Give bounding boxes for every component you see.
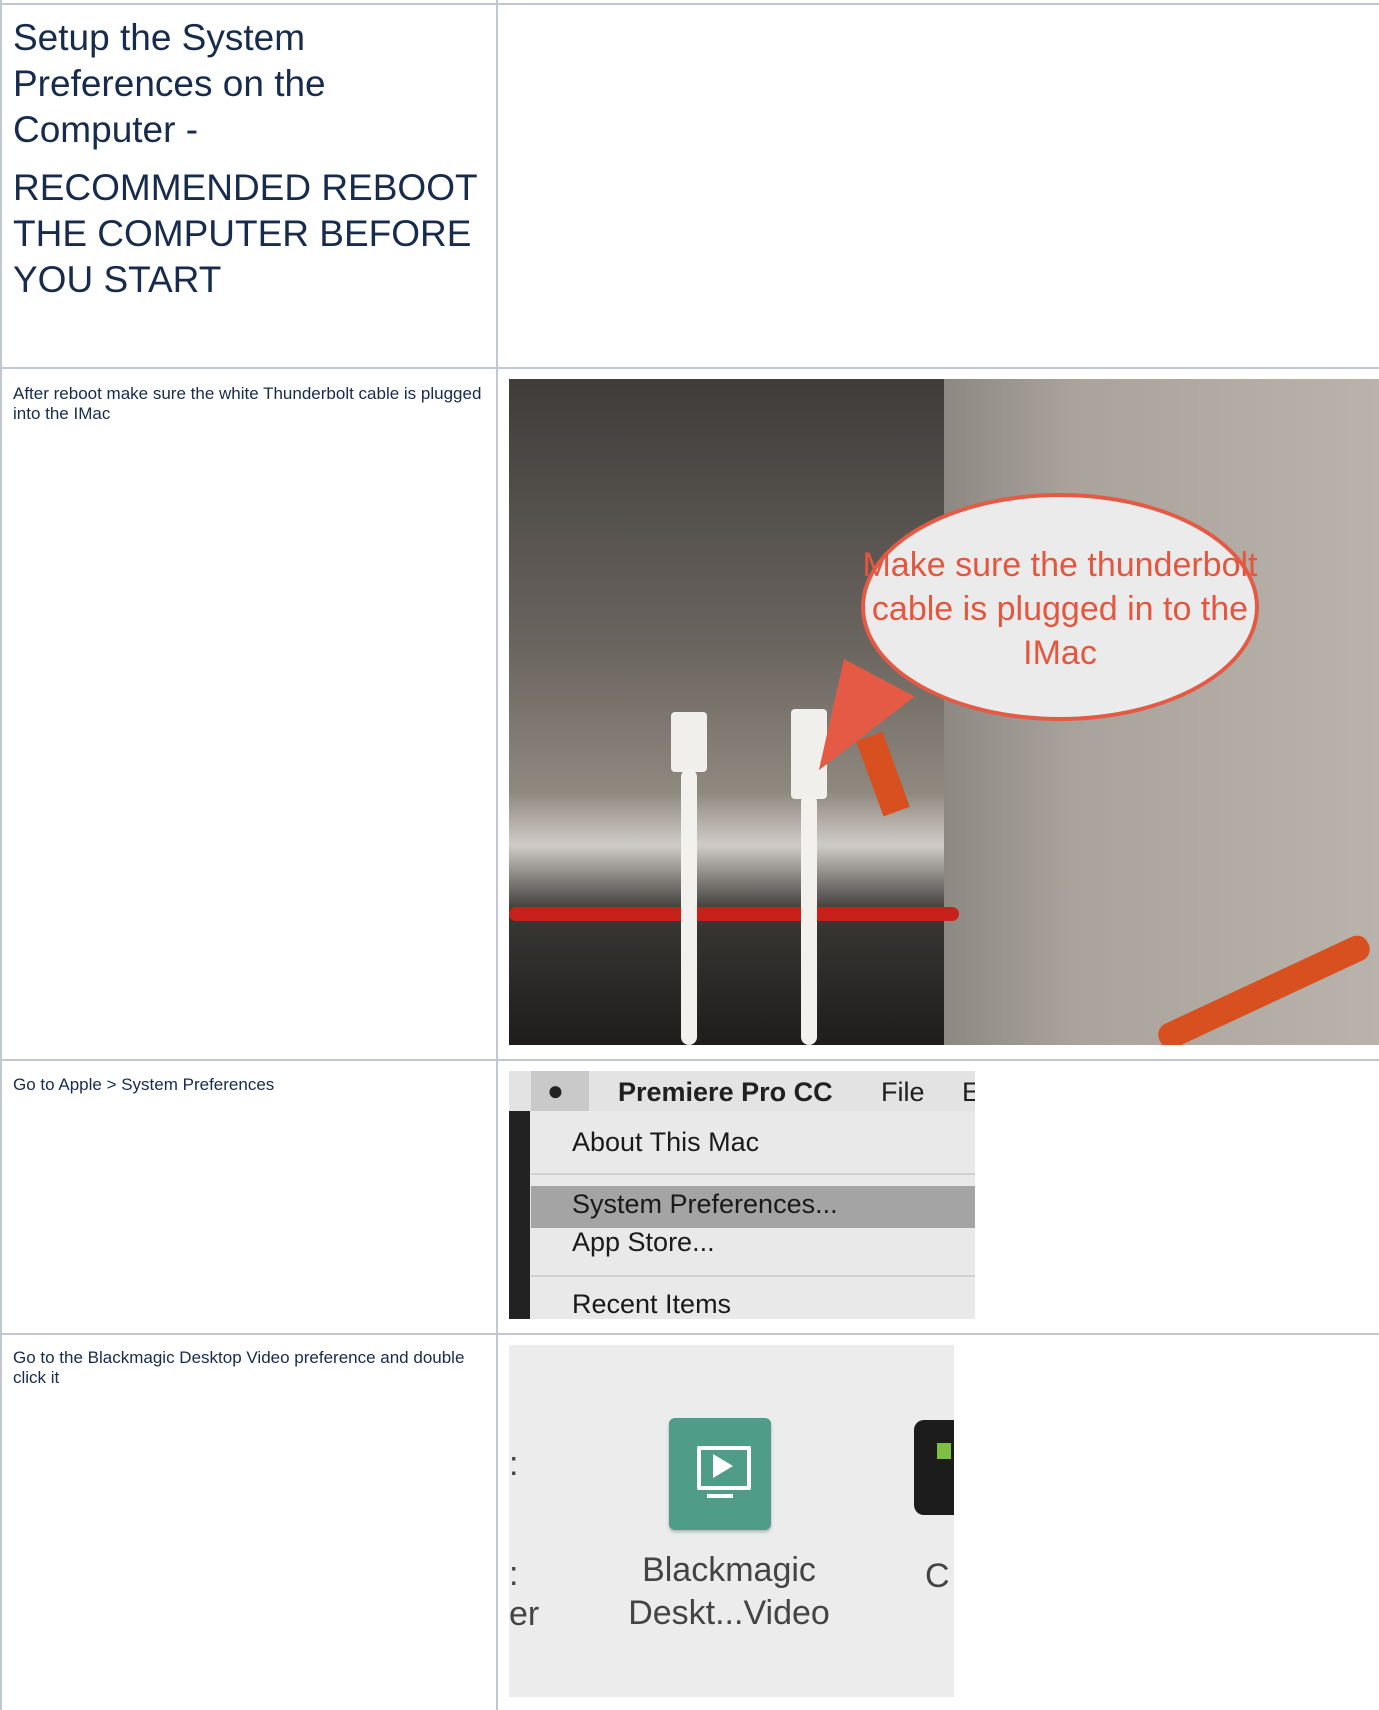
table-border: [0, 1333, 1379, 1335]
pref-label-line1: Blackmagic: [642, 1551, 816, 1589]
menu-separator: [531, 1173, 975, 1175]
step-text: Go to the Blackmagic Desktop Video prefe…: [13, 1348, 465, 1387]
row-1-left-cell: Setup the System Preferences on the Comp…: [13, 15, 483, 303]
table-border: [496, 0, 498, 1710]
section-subtitle: RECOMMENDED REBOOT THE COMPUTER BEFORE Y…: [13, 167, 477, 300]
table-border: [0, 0, 2, 1710]
adjacent-pref-icon-accent: [937, 1443, 951, 1459]
document-table: Setup the System Preferences on the Comp…: [0, 0, 1379, 1710]
section-title: Setup the System Preferences on the Comp…: [13, 17, 326, 150]
photo-cable: [801, 794, 817, 1045]
row-2-left-cell: After reboot make sure the white Thunder…: [13, 384, 483, 424]
menu-item-recent-items: Recent Items: [572, 1289, 732, 1319]
adjacent-pref-icon: [914, 1420, 954, 1515]
menu-edit-partial: E: [962, 1077, 975, 1107]
left-fragment: er: [509, 1595, 540, 1633]
photo-red-cable: [509, 907, 959, 921]
left-fragment: :: [509, 1445, 519, 1483]
table-border: [0, 3, 1379, 5]
photo-cable: [681, 769, 697, 1045]
row-3-left-cell: Go to Apple > System Preferences: [13, 1075, 483, 1095]
menu-app-name: Premiere Pro CC: [618, 1077, 833, 1107]
photo-plug: [671, 712, 707, 772]
apple-menu-screenshot: ● Premiere Pro CC File E About This Mac …: [509, 1071, 975, 1319]
thunderbolt-photo: Make sure the thunderbolt cable is plugg…: [509, 379, 1379, 1045]
menu-separator: [531, 1275, 975, 1277]
apple-logo-icon: ●: [547, 1075, 564, 1106]
monitor-stand: [707, 1494, 733, 1498]
menu-item-system-preferences: System Preferences...: [572, 1189, 838, 1219]
menu-item-app-store: App Store...: [572, 1227, 715, 1257]
play-icon: [713, 1454, 733, 1478]
row-4-left-cell: Go to the Blackmagic Desktop Video prefe…: [13, 1348, 483, 1388]
table-border: [0, 1059, 1379, 1061]
preferences-screenshot: : : er Blackmagic Deskt...Video C: [509, 1345, 954, 1697]
left-fragment: :: [509, 1555, 519, 1593]
callout-text: Make sure the thunderbolt cable is plugg…: [862, 546, 1258, 672]
step-text: After reboot make sure the white Thunder…: [13, 384, 482, 423]
step-text: Go to Apple > System Preferences: [13, 1075, 275, 1094]
pref-label-line2: Deskt...Video: [628, 1594, 830, 1632]
menu-window-edge: [509, 1111, 530, 1319]
menu-file: File: [881, 1077, 925, 1107]
table-border: [0, 367, 1379, 369]
menu-item-about: About This Mac: [572, 1127, 760, 1157]
blackmagic-desktop-video-icon: [669, 1418, 771, 1530]
right-fragment: C: [925, 1557, 950, 1595]
